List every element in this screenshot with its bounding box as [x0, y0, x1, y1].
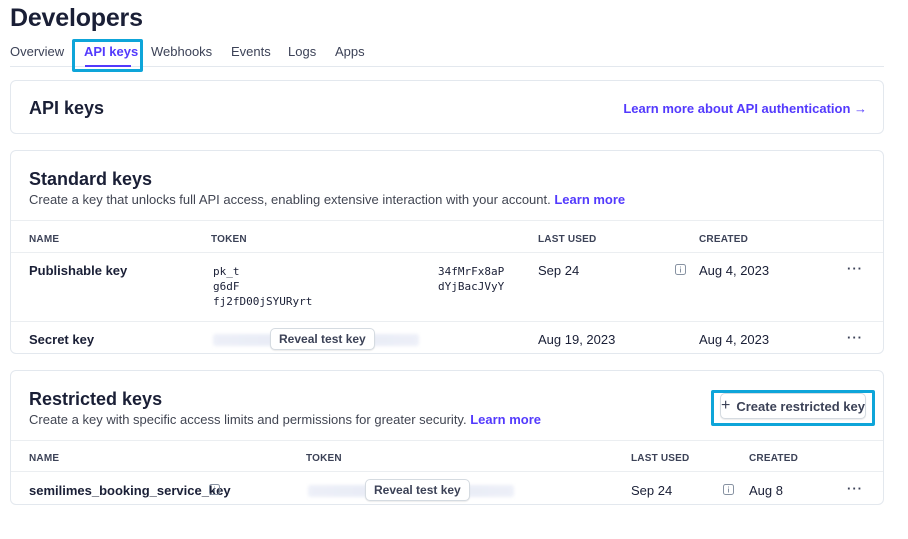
divider	[11, 252, 883, 253]
secret-key-last-used: Aug 19, 2023	[538, 332, 616, 347]
restricted-key-name: semilimes_booking_service_key	[29, 483, 231, 498]
tab-logs[interactable]: Logs	[288, 44, 316, 59]
page-title: Developers	[10, 4, 143, 32]
col-created: CREATED	[699, 234, 748, 245]
create-restricted-key-label: Create restricted key	[736, 398, 865, 414]
info-icon[interactable]	[209, 484, 220, 495]
tab-overview[interactable]: Overview	[10, 44, 64, 59]
restricted-keys-title: Restricted keys	[29, 389, 163, 409]
more-icon[interactable]: ···	[847, 330, 863, 345]
publishable-key-token-part1[interactable]: pk_t g6dF fj2fD00jSYURyrt	[213, 264, 312, 309]
api-keys-title: API keys	[29, 98, 105, 118]
restricted-keys-description: Create a key with specific access limits…	[29, 412, 541, 427]
standard-keys-card: Standard keys Create a key that unlocks …	[10, 150, 884, 354]
publishable-key-name: Publishable key	[29, 263, 128, 278]
token-line: fj2fD00jSYURyrt	[213, 295, 313, 308]
col-name: NAME	[29, 234, 60, 245]
active-tab-indicator	[85, 65, 131, 67]
restricted-key-created: Aug 8	[749, 483, 783, 498]
col-token: TOKEN	[306, 453, 342, 464]
tab-events[interactable]: Events	[231, 44, 271, 59]
restricted-keys-description-text: Create a key with specific access limits…	[29, 412, 467, 427]
standard-keys-description: Create a key that unlocks full API acces…	[29, 192, 625, 207]
api-auth-link[interactable]: Learn more about API authentication →	[623, 101, 867, 116]
col-name: NAME	[29, 453, 60, 464]
info-icon[interactable]	[675, 264, 686, 275]
publishable-key-created: Aug 4, 2023	[699, 263, 770, 278]
standard-keys-description-text: Create a key that unlocks full API acces…	[29, 192, 551, 207]
create-restricted-key-button[interactable]: + Create restricted key	[720, 393, 866, 419]
col-created: CREATED	[749, 453, 798, 464]
more-icon[interactable]: ···	[847, 261, 863, 276]
divider	[11, 220, 883, 221]
restricted-keys-learn-more[interactable]: Learn more	[470, 412, 541, 427]
col-last-used: LAST USED	[538, 234, 597, 245]
publishable-key-token-part2[interactable]: 34fMrFx8aP dYjBacJVyY	[438, 264, 504, 294]
secret-key-name: Secret key	[29, 332, 95, 347]
divider	[11, 471, 883, 472]
token-line: g6dF	[213, 280, 240, 293]
token-line: dYjBacJVyY	[438, 280, 505, 293]
info-icon[interactable]	[723, 484, 734, 495]
standard-keys-title: Standard keys	[29, 169, 153, 189]
col-token: TOKEN	[211, 234, 247, 245]
divider	[11, 321, 883, 322]
restricted-keys-card: Restricted keys Create a key with specif…	[10, 370, 884, 505]
more-icon[interactable]: ···	[847, 481, 863, 496]
col-last-used: LAST USED	[631, 453, 690, 464]
tab-webhooks[interactable]: Webhooks	[151, 44, 212, 59]
standard-keys-learn-more[interactable]: Learn more	[554, 192, 625, 207]
publishable-key-last-used: Sep 24	[538, 263, 580, 278]
plus-icon: +	[721, 397, 731, 414]
tab-api-keys[interactable]: API keys	[84, 44, 138, 59]
restricted-key-last-used: Sep 24	[631, 483, 673, 498]
reveal-restricted-key-button[interactable]: Reveal test key	[365, 479, 470, 501]
tab-bar: Overview API keys Webhooks Events Logs A…	[10, 40, 884, 67]
reveal-secret-key-button[interactable]: Reveal test key	[270, 328, 375, 350]
token-line: 34fMrFx8aP	[438, 265, 505, 278]
token-line: pk_t	[213, 265, 240, 278]
tab-apps[interactable]: Apps	[335, 44, 365, 59]
api-keys-card: API keys Learn more about API authentica…	[10, 80, 884, 134]
secret-key-created: Aug 4, 2023	[699, 332, 770, 347]
divider	[11, 440, 883, 441]
